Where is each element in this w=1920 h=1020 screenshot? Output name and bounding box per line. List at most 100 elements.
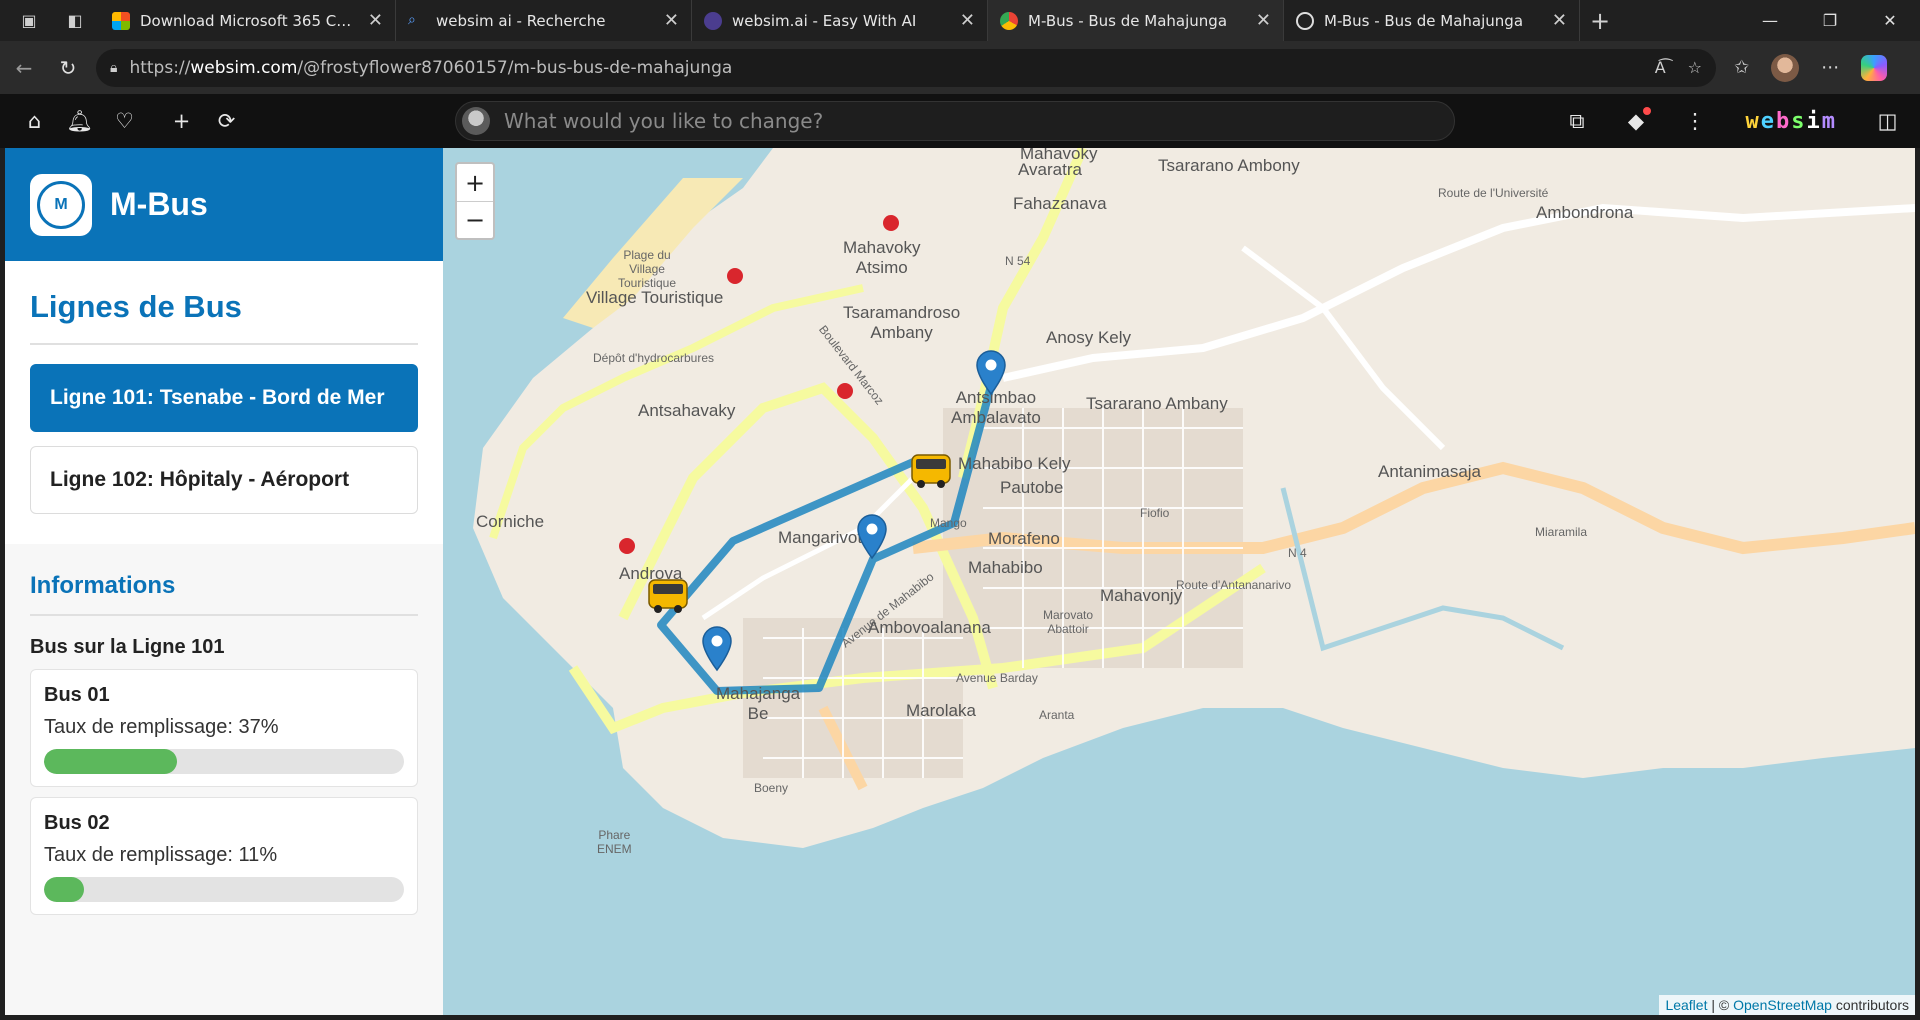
bus-card[interactable]: Bus 02 Taux de remplissage: 11 <box>30 797 418 915</box>
map-marker-pin-icon[interactable] <box>975 350 1007 396</box>
favorite-star-icon[interactable]: ☆ <box>1688 58 1702 77</box>
address-bar-row: ← ↻ 🔒︎ https://websim.com/@frostyflower8… <box>0 41 1920 94</box>
favorites-icon[interactable]: ✩ <box>1734 57 1749 78</box>
occupancy-fill <box>44 749 178 774</box>
occupancy-label: Taux de remplissage: <box>44 716 239 738</box>
pin-body <box>702 626 732 672</box>
close-icon[interactable]: ✕ <box>368 10 383 31</box>
map-label: Phare ENEM <box>597 828 632 856</box>
diamond-icon[interactable]: ◆ <box>1614 99 1659 144</box>
browser-tab-1[interactable]: Download Microsoft 365 Copilot / ✕ <box>100 0 396 41</box>
home-icon[interactable]: ⌂ <box>12 99 57 144</box>
tab-title: websim ai - Recherche <box>436 11 606 30</box>
chrome-favicon <box>1000 11 1018 30</box>
open-external-icon[interactable]: ⧉ <box>1555 99 1600 144</box>
bus-name: Bus 01 <box>44 684 110 706</box>
kebab-menu-icon[interactable]: ⋮ <box>1673 99 1718 144</box>
lock-icon[interactable]: 🔒︎ <box>110 60 117 76</box>
browser-tab-4-active[interactable]: M-Bus - Bus de Mahajunga ✕ <box>988 0 1284 41</box>
websim-toolbar-right: ⧉ ◆ ⋮ websim ◫ <box>1555 94 1911 148</box>
bus-lines-panel: Lignes de Bus Ligne 101: Tsenabe - Bord … <box>5 261 443 544</box>
map-marker-pin-icon[interactable] <box>856 514 888 560</box>
occupancy-value: 11 <box>239 844 278 866</box>
brand-header: M M-Bus <box>5 148 443 261</box>
river <box>1280 487 1565 652</box>
browser-tab-5[interactable]: M-Bus - Bus de Mahajunga ✕ <box>1284 0 1580 41</box>
copilot-icon[interactable] <box>1861 54 1888 81</box>
line-101-button[interactable]: Ligne 101: Tsenabe - Bord de Mer <box>30 364 418 432</box>
zoom-in-button[interactable]: + <box>457 164 493 201</box>
map[interactable]: Mahavoky Avaratra Fahazanava Tsararano A… <box>443 148 1915 1015</box>
url-path: /@frostyflower87060157/m-bus-bus-de-maha… <box>297 57 733 78</box>
plus-icon[interactable]: + <box>159 99 204 144</box>
map-label: Mango <box>930 516 967 530</box>
heart-icon[interactable]: ♡ <box>102 99 147 144</box>
occupancy-value: 37 <box>239 716 279 738</box>
leaflet-link[interactable]: Leaflet <box>1665 997 1707 1013</box>
secondary-road <box>1002 203 1915 382</box>
back-icon[interactable]: ← <box>2 48 46 88</box>
map-label: Corniche <box>476 512 545 531</box>
attribution-separator: | © <box>1707 997 1734 1013</box>
close-window-icon[interactable]: ✕ <box>1860 0 1920 41</box>
prompt-avatar <box>462 107 490 135</box>
browser-tab-3[interactable]: websim.ai - Easy With AI ✕ <box>692 0 988 41</box>
bus-card[interactable]: Bus 01 Taux de remplissage: 37 <box>30 669 418 787</box>
info-panel: Informations Bus sur la Ligne 101 Bus 01… <box>5 544 443 915</box>
line-102-button[interactable]: Ligne 102: Hôpitaly - Aéroport <box>30 446 418 514</box>
map-label: Tsararano Ambany <box>1086 394 1228 413</box>
bus-window <box>916 459 946 469</box>
bell-icon[interactable]: 🔔︎ <box>57 99 102 144</box>
minimize-icon[interactable]: — <box>1740 0 1800 41</box>
logo-ring: M <box>37 180 85 229</box>
change-prompt[interactable] <box>455 101 1455 141</box>
occupancy-fill <box>44 877 84 902</box>
reload-icon[interactable]: ⟳ <box>204 99 249 144</box>
sidebar-toggle-icon[interactable]: ◫ <box>1865 99 1910 144</box>
map-label: Avaratra <box>1018 160 1082 179</box>
map-label: Village Touristique <box>586 288 724 307</box>
close-icon[interactable]: ✕ <box>960 10 975 31</box>
search-favicon: ⌕ <box>408 11 416 28</box>
more-options-icon[interactable]: ⋯ <box>1821 57 1839 78</box>
microsoft-favicon <box>112 11 130 30</box>
url-prefix: https:// <box>129 57 191 78</box>
info-title: Informations <box>30 572 418 616</box>
browser-tab-2[interactable]: ⌕ websim ai - Recherche ✕ <box>396 0 692 41</box>
map-label: Ambondrona <box>1536 203 1634 222</box>
zoom-control: + − <box>455 162 495 240</box>
zoom-out-button[interactable]: − <box>457 201 493 238</box>
tab-actions-icon[interactable]: ◧ <box>60 6 90 36</box>
map-marker-pin-icon[interactable] <box>701 626 733 672</box>
change-prompt-input[interactable] <box>504 109 1404 133</box>
map-label: Miaramila <box>1535 525 1588 539</box>
websim-logo[interactable]: websim <box>1746 109 1838 134</box>
map-label: Plage du Village Touristique <box>618 248 677 290</box>
occupancy-text: Taux de remplissage: 37 <box>44 716 404 739</box>
tab-title: M-Bus - Bus de Mahajunga <box>1028 11 1228 30</box>
workspaces-icon[interactable]: ▣ <box>14 6 44 36</box>
bus-icon[interactable] <box>646 576 690 616</box>
pin-center <box>985 359 997 371</box>
map-label: N 54 <box>1005 254 1031 268</box>
bus-icon[interactable] <box>909 451 953 491</box>
url-host: websim.com <box>190 57 298 78</box>
osm-link[interactable]: OpenStreetMap <box>1733 997 1832 1013</box>
refresh-icon[interactable]: ↻ <box>46 48 90 88</box>
browser-tab-strip: ▣ ◧ Download Microsoft 365 Copilot / ✕ ⌕… <box>0 0 1920 41</box>
address-bar[interactable]: 🔒︎ https://websim.com/@frostyflower87060… <box>96 48 1716 87</box>
close-icon[interactable]: ✕ <box>1256 10 1271 31</box>
bus-lines-title: Lignes de Bus <box>30 289 418 345</box>
sidebar: M M-Bus Lignes de Bus Ligne 101: Tsenabe… <box>5 148 443 1015</box>
address-bar-actions: A͡ ☆ <box>1655 58 1702 77</box>
new-tab-button[interactable]: + <box>1580 0 1620 41</box>
read-aloud-icon[interactable]: A͡ <box>1655 58 1666 77</box>
close-icon[interactable]: ✕ <box>664 10 679 31</box>
restore-icon[interactable]: ❐ <box>1800 0 1860 41</box>
bus-wheel <box>937 480 945 488</box>
map-label: Fiofio <box>1140 506 1170 520</box>
occupancy-text: Taux de remplissage: 11 <box>44 844 404 867</box>
close-icon[interactable]: ✕ <box>1552 10 1567 31</box>
bus-window <box>653 584 683 594</box>
profile-avatar[interactable] <box>1771 53 1800 82</box>
